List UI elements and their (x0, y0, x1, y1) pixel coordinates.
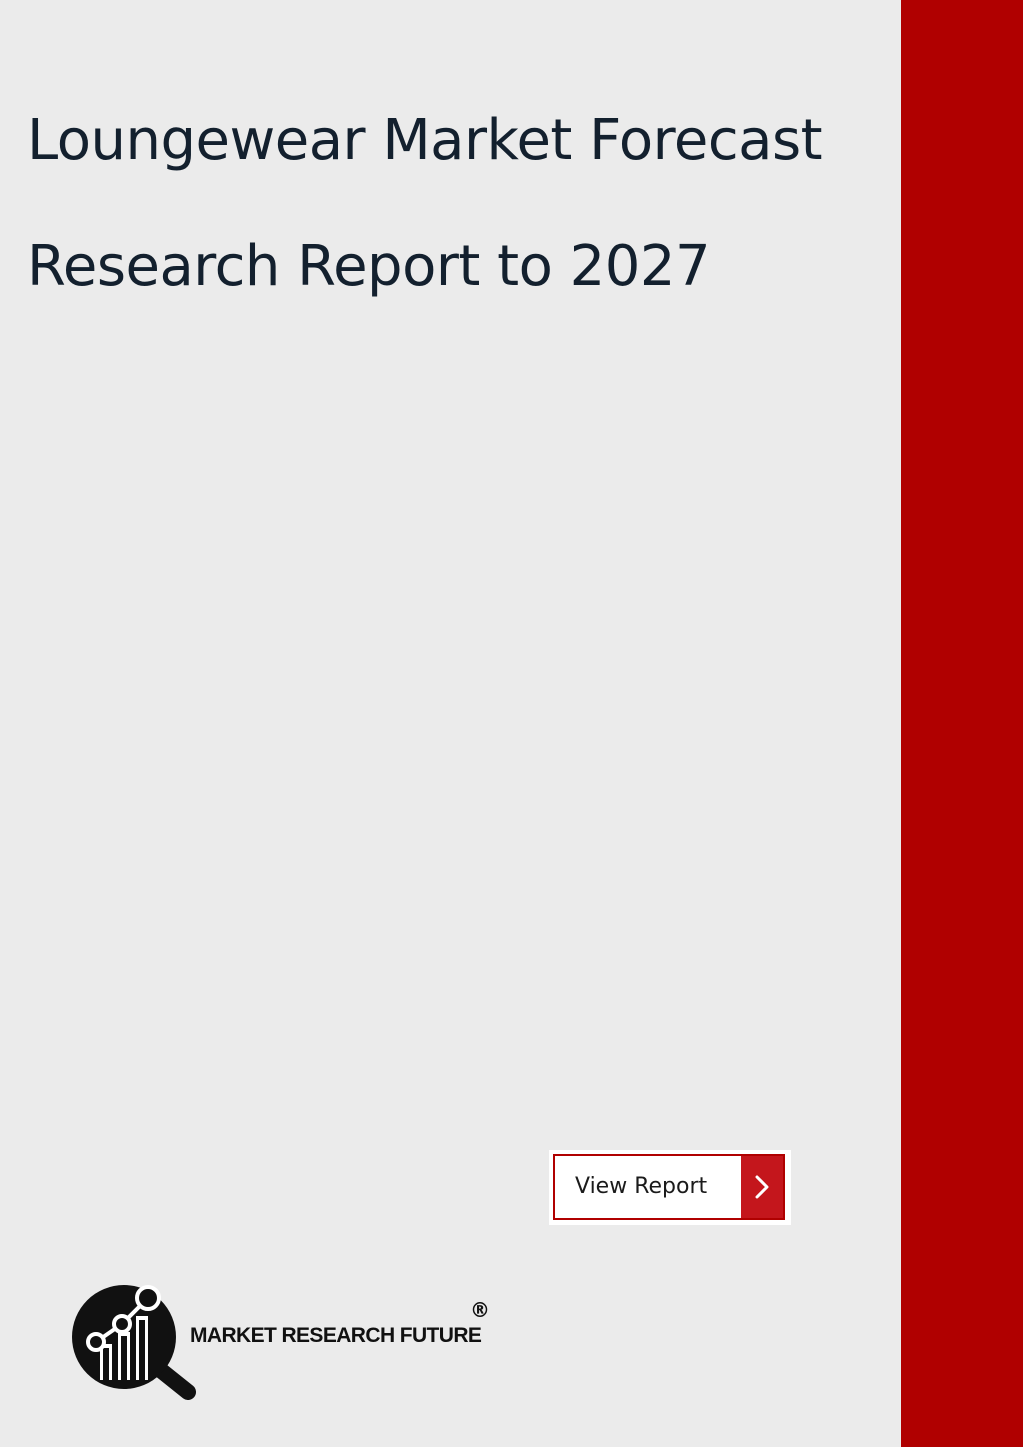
registered-mark: ® (470, 1298, 490, 1322)
view-report-label: View Report (575, 1174, 708, 1199)
view-report-button-frame: View Report (553, 1154, 785, 1220)
chevron-right-icon (741, 1156, 783, 1218)
report-title-line-1: Loungewear Market Forecast (27, 108, 823, 173)
brand-name: MARKET RESEARCH FUTURE (190, 1324, 482, 1347)
brand-logo: MARKET RESEARCH FUTURE ® (66, 1280, 506, 1400)
view-report-button[interactable]: View Report (549, 1150, 791, 1225)
report-title-line-2: Research Report to 2027 (27, 234, 711, 299)
red-side-band (901, 0, 1023, 1447)
report-cover-page: Loungewear Market Forecast Research Repo… (0, 0, 1023, 1447)
magnifier-chart-icon (72, 1285, 196, 1400)
report-title: Loungewear Market Forecast Research Repo… (27, 78, 887, 330)
